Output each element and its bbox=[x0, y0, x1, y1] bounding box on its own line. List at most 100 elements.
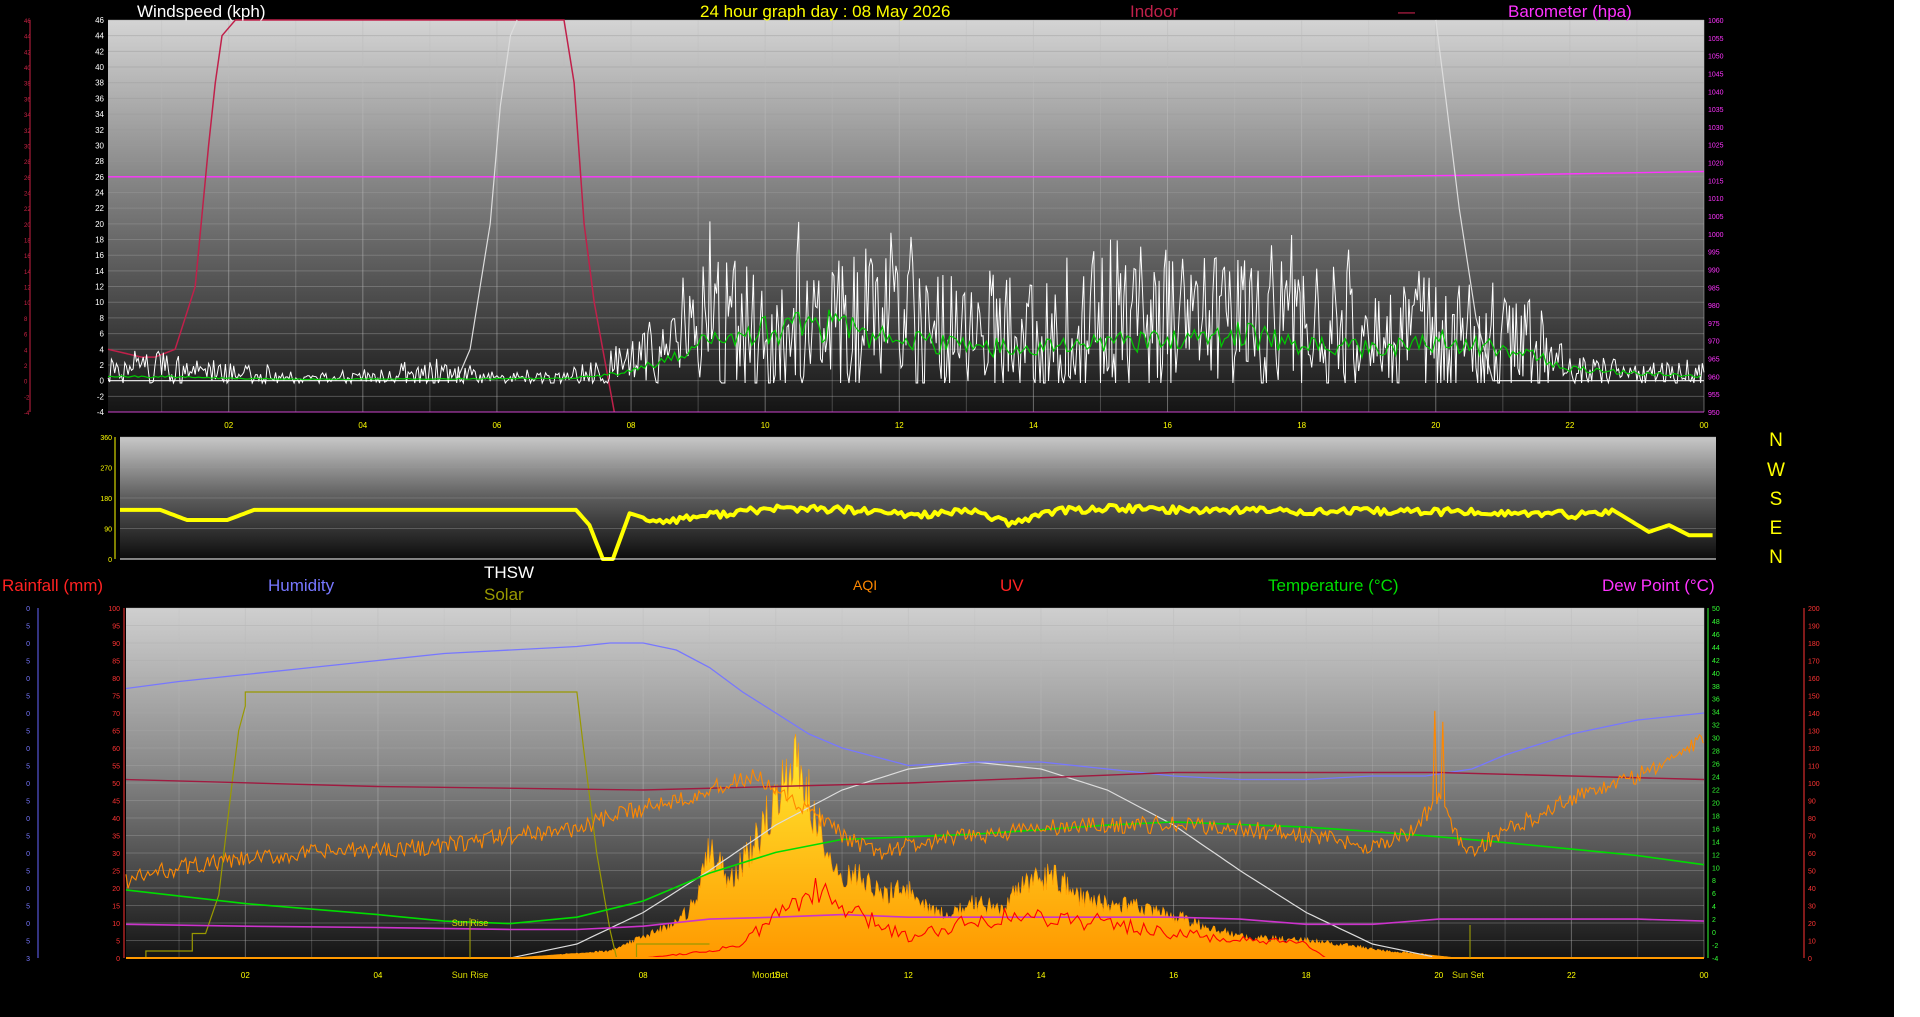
direction-y-tick-0: 0 bbox=[108, 557, 112, 564]
temperature-y-tick-10: 16 bbox=[1712, 826, 1720, 833]
compass-letters: N W S E N bbox=[1767, 430, 1785, 568]
temperature-y-tick-27: 50 bbox=[1712, 606, 1720, 613]
rainfall-y-tick-6: 0 bbox=[26, 851, 30, 858]
wind-y-tick-14: 24 bbox=[95, 188, 104, 197]
barometer-y-tick-15: 1025 bbox=[1708, 143, 1724, 150]
barometer-legend: Barometer (hpa) bbox=[1508, 2, 1632, 21]
barometer-y-tick-22: 1060 bbox=[1708, 18, 1724, 25]
wind-x-tick-2: 06 bbox=[492, 421, 501, 430]
temperature-y-tick-14: 24 bbox=[1712, 775, 1720, 782]
temperature-y-tick-6: 8 bbox=[1712, 878, 1716, 885]
direction-y-tick-1: 90 bbox=[104, 527, 112, 534]
wind-y-tick-23: 42 bbox=[95, 47, 104, 56]
conditions-x-tick-8: 18 bbox=[1302, 971, 1311, 980]
temperature-y-tick-17: 30 bbox=[1712, 736, 1720, 743]
rainfall-y-tick-16: 0 bbox=[26, 676, 30, 683]
wind-y-tick-6: 8 bbox=[100, 314, 105, 323]
wind-x-tick-11: 00 bbox=[1700, 421, 1709, 430]
temperature-y-tick-18: 32 bbox=[1712, 723, 1720, 730]
barometer-y-tick-18: 1040 bbox=[1708, 89, 1724, 96]
wind-y-tick-3: 2 bbox=[100, 361, 105, 370]
wind-y-tick-24: 44 bbox=[95, 32, 104, 41]
barometer-y-tick-4: 970 bbox=[1708, 339, 1720, 346]
temperature-y-tick-8: 12 bbox=[1712, 852, 1720, 859]
humidity-y-tick-10: 50 bbox=[112, 781, 120, 788]
humidity-y-tick-7: 35 bbox=[112, 834, 120, 841]
conditions-x-tick-11: 00 bbox=[1700, 971, 1709, 980]
uv-y-tick-9: 90 bbox=[1808, 799, 1816, 806]
temperature-legend: Temperature (°C) bbox=[1268, 576, 1399, 595]
uv-y-tick-7: 70 bbox=[1808, 834, 1816, 841]
compass-s: S bbox=[1770, 489, 1783, 510]
temperature-y-tick-23: 42 bbox=[1712, 658, 1720, 665]
barometer-y-tick-19: 1045 bbox=[1708, 71, 1724, 78]
wind-y-tick-20: 36 bbox=[95, 94, 104, 103]
temperature-y-tick-7: 10 bbox=[1712, 865, 1720, 872]
temperature-y-tick-22: 40 bbox=[1712, 671, 1720, 678]
dewpoint-legend: Dew Point (°C) bbox=[1602, 576, 1715, 595]
humidity-y-tick-13: 65 bbox=[112, 729, 120, 736]
temperature-y-tick-11: 18 bbox=[1712, 813, 1720, 820]
temperature-y-tick-16: 28 bbox=[1712, 749, 1720, 756]
wind-x-tick-10: 22 bbox=[1565, 421, 1574, 430]
sunrise-axis-label: Sun Rise bbox=[452, 970, 489, 980]
barometer-y-tick-11: 1005 bbox=[1708, 214, 1724, 221]
humidity-y-tick-8: 40 bbox=[112, 816, 120, 823]
uv-y-tick-14: 140 bbox=[1808, 711, 1820, 718]
indoor-y-tick-1: -2 bbox=[24, 395, 30, 401]
barometer-y-tick-13: 1015 bbox=[1708, 178, 1724, 185]
temperature-y-tick-12: 20 bbox=[1712, 800, 1720, 807]
uv-y-tick-16: 160 bbox=[1808, 676, 1820, 683]
uv-y-tick-11: 110 bbox=[1808, 764, 1819, 771]
direction-y-tick-2: 180 bbox=[100, 496, 112, 503]
wind-y-tick-9: 14 bbox=[95, 267, 104, 276]
rainfall-y-tick-12: 0 bbox=[26, 746, 30, 753]
temperature-y-tick-0: -4 bbox=[1712, 956, 1718, 963]
rainfall-y-tick-19: 5 bbox=[26, 624, 30, 631]
rainfall-y-tick-4: 0 bbox=[26, 886, 30, 893]
temperature-y-tick-24: 44 bbox=[1712, 645, 1720, 652]
wind-y-tick-21: 38 bbox=[95, 79, 104, 88]
uv-y-tick-12: 120 bbox=[1808, 746, 1820, 753]
barometer-y-tick-5: 975 bbox=[1708, 321, 1720, 328]
uv-y-tick-17: 170 bbox=[1808, 659, 1820, 666]
legend-dash: — bbox=[1398, 2, 1415, 21]
barometer-y-tick-16: 1030 bbox=[1708, 125, 1724, 132]
temperature-y-tick-1: -2 bbox=[1712, 943, 1718, 950]
wind-y-tick-15: 26 bbox=[95, 173, 104, 182]
conditions-x-tick-7: 16 bbox=[1169, 971, 1178, 980]
barometer-y-tick-2: 960 bbox=[1708, 374, 1720, 381]
sunrise-marker-label: Sun Rise bbox=[452, 918, 489, 928]
wind-x-tick-9: 20 bbox=[1431, 421, 1440, 430]
humidity-y-tick-2: 10 bbox=[112, 921, 120, 928]
rainfall-y-tick-5: 5 bbox=[26, 869, 30, 876]
weather-24h-graph: -4-4-2-200224466881010121214141616181820… bbox=[0, 0, 1894, 1017]
rainfall-y-tick-2: 0 bbox=[26, 921, 30, 928]
conditions-x-tick-5: 12 bbox=[904, 971, 913, 980]
solar-legend: Solar bbox=[484, 585, 524, 604]
wind-y-tick-10: 16 bbox=[95, 251, 104, 260]
temperature-y-tick-2: 0 bbox=[1712, 930, 1716, 937]
wind-x-tick-8: 18 bbox=[1297, 421, 1306, 430]
temperature-y-tick-26: 48 bbox=[1712, 619, 1720, 626]
conditions-x-tick-0: 02 bbox=[241, 971, 250, 980]
humidity-y-tick-16: 80 bbox=[112, 676, 120, 683]
humidity-y-tick-9: 45 bbox=[112, 799, 120, 806]
rainfall-y-tick-10: 0 bbox=[26, 781, 30, 788]
humidity-y-tick-18: 90 bbox=[112, 641, 120, 648]
humidity-y-tick-3: 15 bbox=[112, 904, 120, 911]
humidity-y-tick-1: 5 bbox=[116, 939, 120, 946]
humidity-y-tick-4: 20 bbox=[112, 886, 120, 893]
wind-y-tick-18: 32 bbox=[95, 126, 104, 135]
wind-y-tick-8: 12 bbox=[95, 283, 104, 292]
indoor-legend: Indoor bbox=[1130, 2, 1179, 21]
uv-y-tick-13: 130 bbox=[1808, 729, 1820, 736]
wind-x-tick-0: 02 bbox=[224, 421, 233, 430]
wind-y-tick-16: 28 bbox=[95, 157, 104, 166]
temperature-y-tick-20: 36 bbox=[1712, 697, 1720, 704]
barometer-y-tick-20: 1050 bbox=[1708, 54, 1724, 61]
wind-y-tick-17: 30 bbox=[95, 141, 104, 150]
wind-y-tick-7: 10 bbox=[95, 298, 104, 307]
uv-y-tick-0: 0 bbox=[1808, 956, 1812, 963]
temperature-y-tick-25: 46 bbox=[1712, 632, 1720, 639]
